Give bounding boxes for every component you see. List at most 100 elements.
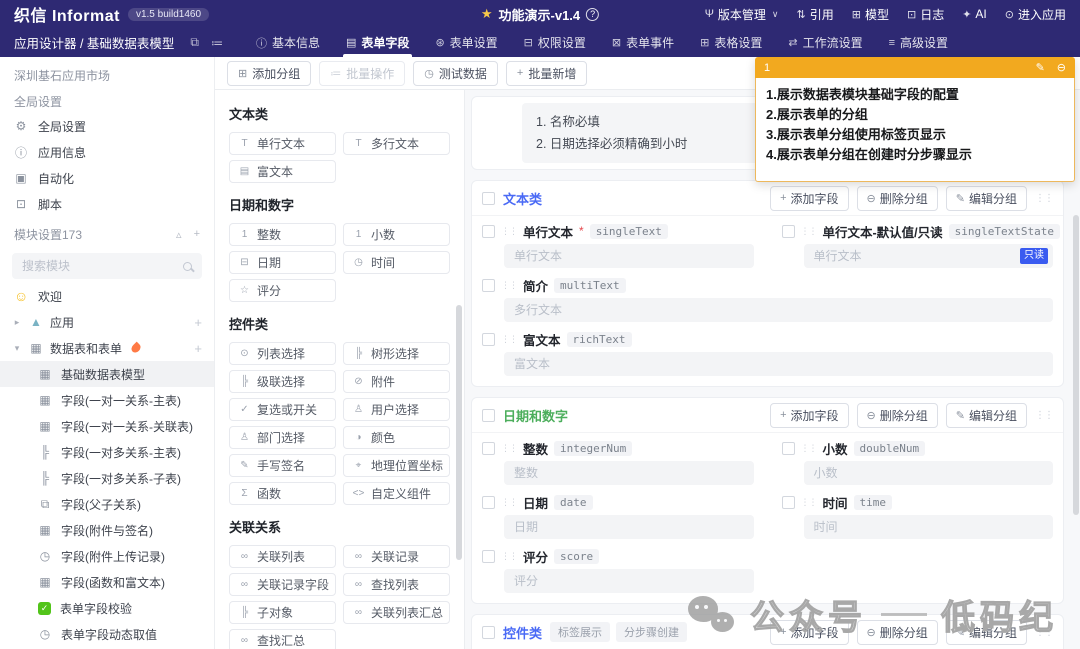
field-checkbox[interactable] — [782, 225, 795, 238]
toolbar-button[interactable]: ⊞ 添加分组 — [227, 61, 311, 86]
palette-field-item[interactable]: ╠ 子对象 — [229, 601, 336, 624]
palette-field-item[interactable]: Σ 函数 — [229, 482, 336, 505]
field-input[interactable]: 评分 — [504, 569, 754, 593]
palette-field-item[interactable]: ⊟ 日期 — [229, 251, 336, 274]
palette-field-item[interactable]: ⊙ 列表选择 — [229, 342, 336, 365]
tree-child-item[interactable]: ▦ 字段(一对一关系-主表) — [0, 387, 214, 413]
module-tab[interactable]: ▤ 表单字段 — [333, 28, 422, 57]
add-field-button[interactable]: + 添加字段 — [770, 186, 848, 211]
tree-child-item[interactable]: ▦ 基础数据表模型 — [0, 361, 214, 387]
field-drag-handle-icon[interactable]: ⋮⋮ — [501, 443, 517, 454]
field-drag-handle-icon[interactable]: ⋮⋮ — [801, 443, 817, 454]
group-checkbox[interactable] — [482, 626, 495, 639]
palette-field-item[interactable]: ✓ 复选或开关 — [229, 398, 336, 421]
tree-child-item[interactable]: ◷ 字段(附件上传记录) — [0, 543, 214, 569]
palette-field-item[interactable]: ◷ 时间 — [343, 251, 450, 274]
palette-field-item[interactable]: ∞ 关联列表 — [229, 545, 336, 568]
palette-field-item[interactable]: ╠ 级联选择 — [229, 370, 336, 393]
palette-field-item[interactable]: ⌖ 地理位置坐标 — [343, 454, 450, 477]
module-tab[interactable]: ⊟ 权限设置 — [511, 28, 599, 57]
palette-field-item[interactable]: 1 小数 — [343, 223, 450, 246]
field-drag-handle-icon[interactable]: ⋮⋮ — [501, 551, 517, 562]
sidebar-item[interactable]: ⚙ 全局设置 — [0, 113, 214, 139]
sidebar-item-welcome[interactable]: ☺ 欢迎 — [0, 283, 214, 309]
tree-child-item[interactable]: ▦ 字段(函数和富文本) — [0, 569, 214, 595]
toolbar-button[interactable]: ◷ 测试数据 — [413, 61, 498, 86]
group-drag-handle-icon[interactable]: ⋮⋮ — [1035, 193, 1053, 204]
module-tab[interactable]: ⓘ 基本信息 — [243, 28, 333, 57]
field-input[interactable]: 富文本 — [504, 352, 1053, 376]
field-input[interactable]: 单行文本 — [504, 244, 754, 268]
module-search[interactable] — [12, 253, 202, 279]
palette-scrollbar[interactable] — [456, 305, 462, 560]
edit-note-icon[interactable]: ✎ — [1036, 61, 1045, 74]
module-tab[interactable]: ⊠ 表单事件 — [599, 28, 687, 57]
tree-arrow-icon[interactable]: ▾ — [12, 343, 22, 354]
field-input[interactable]: 多行文本 — [504, 298, 1053, 322]
sidebar-item[interactable]: ▣ 自动化 — [0, 165, 214, 191]
palette-field-item[interactable]: ∞ 查找列表 — [343, 573, 450, 596]
add-node-icon[interactable]: + — [194, 341, 202, 356]
tree-child-item[interactable]: ⧉ 字段(父子关系) — [0, 491, 214, 517]
field-drag-handle-icon[interactable]: ⋮⋮ — [801, 497, 817, 508]
toolbar-button[interactable]: ≔ 批量操作 — [319, 61, 405, 86]
tree-child-item[interactable]: ◷ 表单字段动态取值 — [0, 621, 214, 647]
topbar-menu-item[interactable]: ⇅ 引用 — [797, 6, 834, 23]
search-input[interactable] — [22, 259, 177, 273]
toolbar-button[interactable]: + 批量新增 — [506, 61, 587, 86]
field-input[interactable]: 小数 — [804, 461, 1054, 485]
palette-field-item[interactable]: ∞ 关联记录字段 — [229, 573, 336, 596]
palette-field-item[interactable]: ∞ 关联列表汇总 — [343, 601, 450, 624]
field-checkbox[interactable] — [482, 496, 495, 509]
topbar-menu-item[interactable]: ✦ AI — [962, 7, 987, 21]
field-checkbox[interactable] — [482, 225, 495, 238]
group-checkbox[interactable] — [482, 192, 495, 205]
group-checkbox[interactable] — [482, 409, 495, 422]
edit-group-button[interactable]: ✎ 编辑分组 — [946, 186, 1027, 211]
note-icon[interactable]: ⧉ — [190, 35, 199, 50]
palette-field-item[interactable]: ▤ 富文本 — [229, 160, 336, 183]
delete-group-button[interactable]: ⊖ 删除分组 — [857, 403, 938, 428]
tree-root-item[interactable]: ▾ ▦ 数据表和表单 + — [0, 335, 214, 361]
tree-child-item[interactable]: ✓ 表单字段校验 — [0, 595, 214, 621]
add-field-button[interactable]: + 添加字段 — [770, 620, 848, 645]
module-tab[interactable]: ≡ 高级设置 — [876, 28, 961, 57]
add-field-button[interactable]: + 添加字段 — [770, 403, 848, 428]
palette-field-item[interactable]: ⊘ 附件 — [343, 370, 450, 393]
palette-field-item[interactable]: ♙ 部门选择 — [229, 426, 336, 449]
field-drag-handle-icon[interactable]: ⋮⋮ — [501, 497, 517, 508]
collapse-icon[interactable]: ▵ — [176, 228, 182, 241]
field-checkbox[interactable] — [782, 496, 795, 509]
field-input[interactable]: 整数 — [504, 461, 754, 485]
group-drag-handle-icon[interactable]: ⋮⋮ — [1035, 410, 1053, 421]
palette-field-item[interactable]: ✎ 手写签名 — [229, 454, 336, 477]
tree-arrow-icon[interactable]: ▸ — [12, 317, 22, 328]
module-tab[interactable]: ⊞ 表格设置 — [687, 28, 775, 57]
group-drag-handle-icon[interactable]: ⋮⋮ — [1035, 627, 1053, 638]
field-drag-handle-icon[interactable]: ⋮⋮ — [501, 334, 517, 345]
delete-group-button[interactable]: ⊖ 删除分组 — [857, 186, 938, 211]
edit-group-button[interactable]: ✎ 编辑分组 — [946, 403, 1027, 428]
topbar-menu-item[interactable]: Ψ 版本管理 ∨ — [705, 6, 779, 23]
help-icon[interactable]: ? — [586, 8, 599, 21]
palette-field-item[interactable]: <> 自定义组件 — [343, 482, 450, 505]
field-input[interactable]: 时间 — [804, 515, 1054, 539]
field-drag-handle-icon[interactable]: ⋮⋮ — [501, 280, 517, 291]
canvas-scrollbar[interactable] — [1073, 215, 1079, 515]
field-checkbox[interactable] — [782, 442, 795, 455]
field-checkbox[interactable] — [482, 550, 495, 563]
palette-field-item[interactable]: T 多行文本 — [343, 132, 450, 155]
field-drag-handle-icon[interactable]: ⋮⋮ — [501, 226, 517, 237]
add-module-icon[interactable]: + — [194, 228, 200, 241]
field-checkbox[interactable] — [482, 279, 495, 292]
tree-child-item[interactable]: ▦ 字段(附件与签名) — [0, 517, 214, 543]
sidebar-item[interactable]: ⊡ 脚本 — [0, 191, 214, 217]
palette-field-item[interactable]: T 单行文本 — [229, 132, 336, 155]
tree-child-item[interactable]: ╠ 字段(一对多关系-主表) — [0, 439, 214, 465]
sidebar-item[interactable]: ⓘ 应用信息 — [0, 139, 214, 165]
palette-field-item[interactable]: 1 整数 — [229, 223, 336, 246]
edit-group-button[interactable]: ✎ 编辑分组 — [946, 620, 1027, 645]
delete-group-button[interactable]: ⊖ 删除分组 — [857, 620, 938, 645]
topbar-menu-item[interactable]: ⊙ 进入应用 — [1005, 6, 1066, 23]
field-input[interactable]: 日期 — [504, 515, 754, 539]
